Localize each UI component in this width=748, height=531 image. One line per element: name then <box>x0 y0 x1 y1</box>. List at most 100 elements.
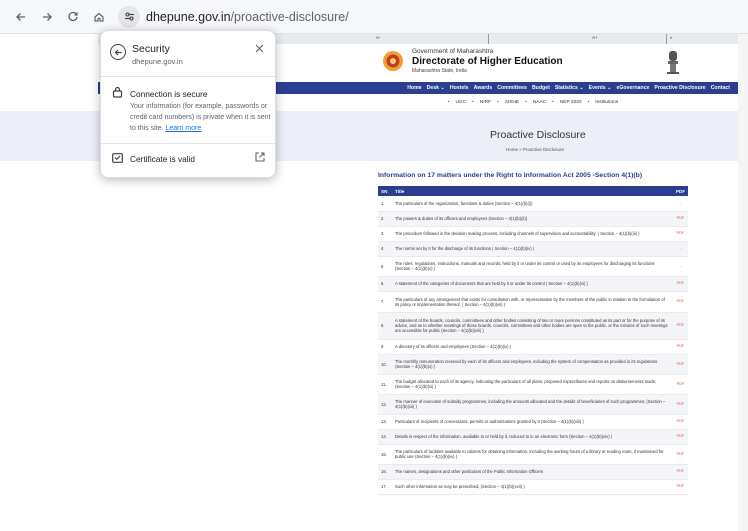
rti-table: SN Title PDF 1. The particulars of the or… <box>378 186 688 495</box>
subnav-item[interactable]: Institutions <box>595 100 618 105</box>
subnav-item[interactable]: NEP 2020 <box>560 100 582 105</box>
popup-back-button[interactable] <box>110 44 126 60</box>
breadcrumb[interactable]: Home » Proactive Disclosure <box>506 147 564 152</box>
pdf-link[interactable]: PDF <box>672 479 688 495</box>
national-emblem-icon <box>667 51 679 74</box>
row-number: 16. <box>378 464 392 480</box>
pdf-link[interactable]: PDF <box>672 354 688 375</box>
external-link-icon[interactable] <box>255 152 265 162</box>
tune-icon <box>124 12 134 21</box>
row-number: 6. <box>378 276 392 292</box>
row-number: 1. <box>378 196 392 212</box>
gov-label: Government of Maharashtra <box>412 48 494 55</box>
col-title: Title <box>392 186 673 196</box>
lock-icon <box>112 86 123 98</box>
table-row: 13. Particulars of recipients of concessi… <box>378 414 688 430</box>
page-title: Proactive Disclosure <box>490 129 586 141</box>
bullet-icon: • <box>497 100 499 105</box>
row-title: The particulars of facilities available … <box>392 444 673 465</box>
row-title: A directory of its officers and employee… <box>392 339 673 355</box>
subnav-item[interactable]: AISHE <box>505 100 519 105</box>
site-info-button[interactable] <box>118 5 140 28</box>
nav-item[interactable]: Hostels <box>450 85 469 91</box>
arrow-right-icon <box>43 12 52 21</box>
row-title: Such other information as may be prescri… <box>392 479 673 495</box>
forward-button[interactable] <box>36 6 58 28</box>
font-decrease-button[interactable]: A- <box>376 35 381 40</box>
table-row: 10. The monthly remuneration received by … <box>378 354 688 375</box>
reload-button[interactable] <box>62 6 84 28</box>
pdf-link[interactable]: PDF <box>672 339 688 355</box>
row-title: The manner of execution of subsidy progr… <box>392 394 673 415</box>
table-row: 12. The manner of execution of subsidy pr… <box>378 394 688 415</box>
arrow-left-icon <box>16 12 25 21</box>
subnav-item[interactable]: NAAC <box>533 100 546 105</box>
table-row: 3. The procedure followed in the decision… <box>378 226 688 242</box>
certificate-icon <box>112 153 123 163</box>
bullet-icon: • <box>587 100 590 105</box>
maharashtra-emblem-icon <box>383 51 403 71</box>
pdf-link[interactable]: PDF <box>672 464 688 480</box>
row-number: 11. <box>378 374 392 395</box>
nav-item[interactable]: Events ⌄ <box>589 85 612 91</box>
row-title: The particulars of the organization, fun… <box>392 196 673 212</box>
row-title: A statement of the boards, councils, com… <box>392 312 673 340</box>
nav-item[interactable]: Desk ⌄ <box>427 85 445 91</box>
row-title: The budget allocated to each of its agen… <box>392 374 673 395</box>
row-title: Details in respect of the information, a… <box>392 429 673 445</box>
nav-item[interactable]: Awards <box>474 85 493 91</box>
nav-item[interactable]: Contact <box>711 85 730 91</box>
browser-toolbar: dhepune.gov.in/proactive-disclosure/ <box>0 0 748 34</box>
subnav-item[interactable]: UGC <box>455 100 466 105</box>
row-title: The monthly remuneration received by eac… <box>392 354 673 375</box>
table-row: 14. Details in respect of the information… <box>378 429 688 445</box>
subnav-item[interactable]: NIRF <box>480 100 491 105</box>
address-bar[interactable]: dhepune.gov.in/proactive-disclosure/ <box>146 10 349 24</box>
pdf-unavailable: – <box>672 256 688 277</box>
table-row: 11. The budget allocated to each of its a… <box>378 374 688 395</box>
table-row: 8. A statement of the boards, councils, c… <box>378 312 688 340</box>
nav-item[interactable]: Budget <box>532 85 550 91</box>
row-number: 10. <box>378 354 392 375</box>
row-number: 2. <box>378 211 392 227</box>
table-header-row: SN Title PDF <box>378 186 688 196</box>
site-title[interactable]: Directorate of Higher Education <box>412 56 563 67</box>
nav-item[interactable]: Statistics ⌄ <box>555 85 584 91</box>
security-popup: Security dhepune.gov.in Connection is se… <box>100 30 276 178</box>
nav-item[interactable]: Home <box>407 85 421 91</box>
pdf-link[interactable]: PDF <box>672 226 688 242</box>
url-domain: dhepune.gov.in <box>146 9 231 24</box>
close-icon <box>255 44 264 53</box>
state-label: Maharashtra State, India <box>412 68 467 74</box>
pdf-link[interactable]: PDF <box>672 211 688 227</box>
nav-item[interactable]: eGovernance <box>616 85 649 91</box>
table-row: 7. The particulars of any arrangement tha… <box>378 291 688 313</box>
row-number: 7. <box>378 291 392 313</box>
learn-more-link[interactable]: Learn more <box>165 125 201 132</box>
pdf-link[interactable]: PDF <box>672 414 688 430</box>
nav-item[interactable]: Committees <box>497 85 527 91</box>
popup-close-button[interactable] <box>255 44 264 56</box>
home-button[interactable] <box>88 6 110 28</box>
scrollbar[interactable] <box>738 34 748 531</box>
row-title: The norms set by it for the discharge of… <box>392 241 673 257</box>
pdf-link[interactable]: PDF <box>672 291 688 313</box>
pdf-link[interactable]: PDF <box>672 444 688 465</box>
divider <box>666 34 667 44</box>
table-row: 17. Such other information as may be pres… <box>378 479 688 495</box>
certificate-button[interactable]: Certificate is valid <box>130 154 195 164</box>
pdf-link[interactable]: PDF <box>672 394 688 415</box>
pdf-link[interactable]: PDF <box>672 429 688 445</box>
row-number: 13. <box>378 414 392 430</box>
divider <box>101 143 275 144</box>
pdf-link[interactable]: PDF <box>672 374 688 395</box>
nav-item[interactable]: Proactive Disclosure <box>654 85 705 91</box>
pdf-link[interactable]: PDF <box>672 276 688 292</box>
row-title: The names, designations and other partic… <box>392 464 673 480</box>
table-row: 2. The powers & duties of its officers an… <box>378 211 688 227</box>
font-increase-button[interactable]: A+ <box>592 35 598 40</box>
contrast-button[interactable]: ◐ <box>670 35 673 40</box>
back-button[interactable] <box>10 6 32 28</box>
divider <box>488 34 489 44</box>
pdf-link[interactable]: PDF <box>672 312 688 340</box>
